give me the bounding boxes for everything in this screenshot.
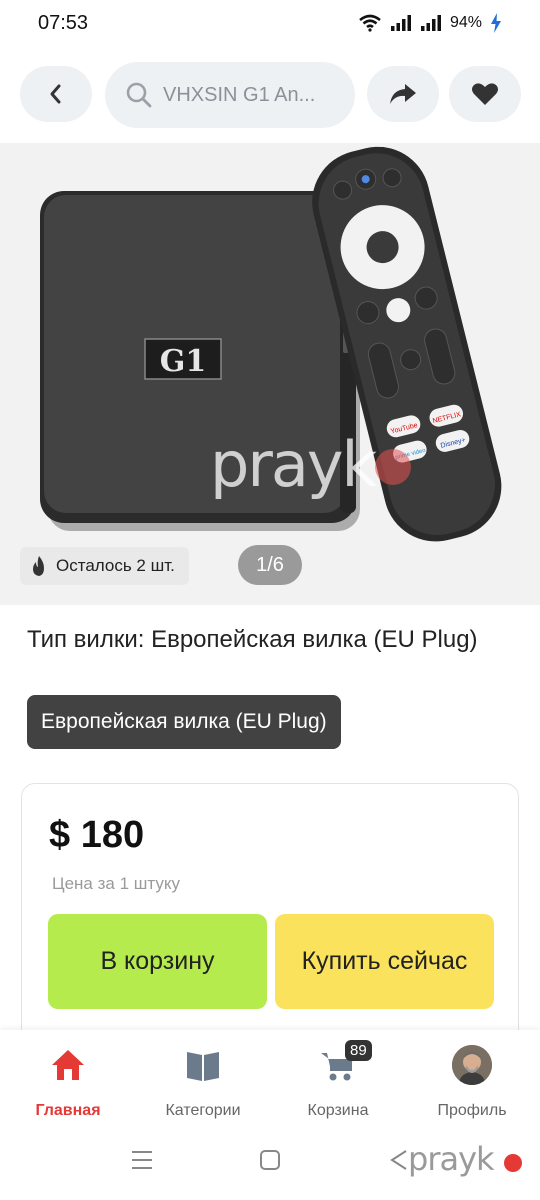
device-logo-text: G1 [160,344,207,379]
tab-cart[interactable]: 89 Корзина [278,1040,398,1120]
search-text: VHXSIN G1 An... [163,83,316,106]
square-icon [260,1150,280,1170]
watermark-dot-2 [504,1154,522,1172]
price: $ 180 [49,814,145,856]
buy-now-button[interactable]: Купить сейчас [275,914,494,1009]
product-page: 07:53 94% VHXSIN G1 An... G1 YouTube NET… [0,0,540,1200]
tab-bar: Главная Категории 89 Корзина Профиль [0,1030,540,1130]
home-icon [52,1050,84,1080]
tab-home-label: Главная [35,1102,101,1119]
heart-icon [472,83,498,105]
signal-icon [390,15,411,31]
chevron-left-icon [50,84,61,104]
price-note: Цена за 1 штуку [52,874,180,893]
charging-icon [491,13,501,33]
share-button[interactable] [367,66,439,122]
menu-lines-icon [132,1151,152,1169]
system-navigation: prayk [0,1130,540,1200]
search-input[interactable]: VHXSIN G1 An... [105,62,355,128]
home-system-button[interactable] [258,1148,282,1177]
tab-cart-label: Корзина [307,1102,369,1119]
favorite-button[interactable] [449,66,521,122]
add-to-cart-button[interactable]: В корзину [48,914,267,1009]
watermark-text: prayk [210,428,377,501]
tab-profile[interactable]: Профиль [412,1042,532,1120]
wifi-icon [359,14,381,32]
price-card: $ 180 Цена за 1 штуку В корзину Купить с… [21,783,519,1043]
tab-categories[interactable]: Категории [143,1042,263,1120]
stock-badge: Осталось 2 шт. [20,547,189,585]
watermark-text-2: prayk [408,1140,495,1178]
battery-text: 94% [449,14,482,31]
product-image: G1 YouTube NETFLIX prime video Disney+ [40,146,502,542]
variant-option-eu-plug[interactable]: Европейская вилка (EU Plug) [27,695,341,749]
search-icon [126,82,152,108]
share-icon [390,84,416,104]
cart-count-badge: 89 [345,1040,372,1061]
triangle-back-icon [390,1150,407,1170]
status-bar: 07:53 94% [0,0,540,48]
book-icon [187,1052,219,1081]
status-icons: 94% [358,13,502,33]
watermark-dot [375,449,411,485]
back-button[interactable] [20,66,92,122]
back-system-button[interactable] [388,1148,410,1177]
image-counter: 1/6 [238,545,302,585]
status-time: 07:53 [38,12,89,34]
recent-apps-button[interactable] [130,1148,154,1177]
tab-categories-label: Категории [165,1102,241,1119]
fire-icon [33,556,44,576]
variant-title: Тип вилки: Европейская вилка (EU Plug) [27,626,478,653]
avatar [452,1045,492,1085]
signal-icon-2 [420,15,441,31]
tab-profile-label: Профиль [437,1102,507,1119]
stock-text: Осталось 2 шт. [56,556,175,575]
top-nav: VHXSIN G1 An... [0,60,540,130]
product-gallery[interactable]: G1 YouTube NETFLIX prime video Disney+ p… [0,143,540,605]
tab-home[interactable]: Главная [8,1042,128,1120]
